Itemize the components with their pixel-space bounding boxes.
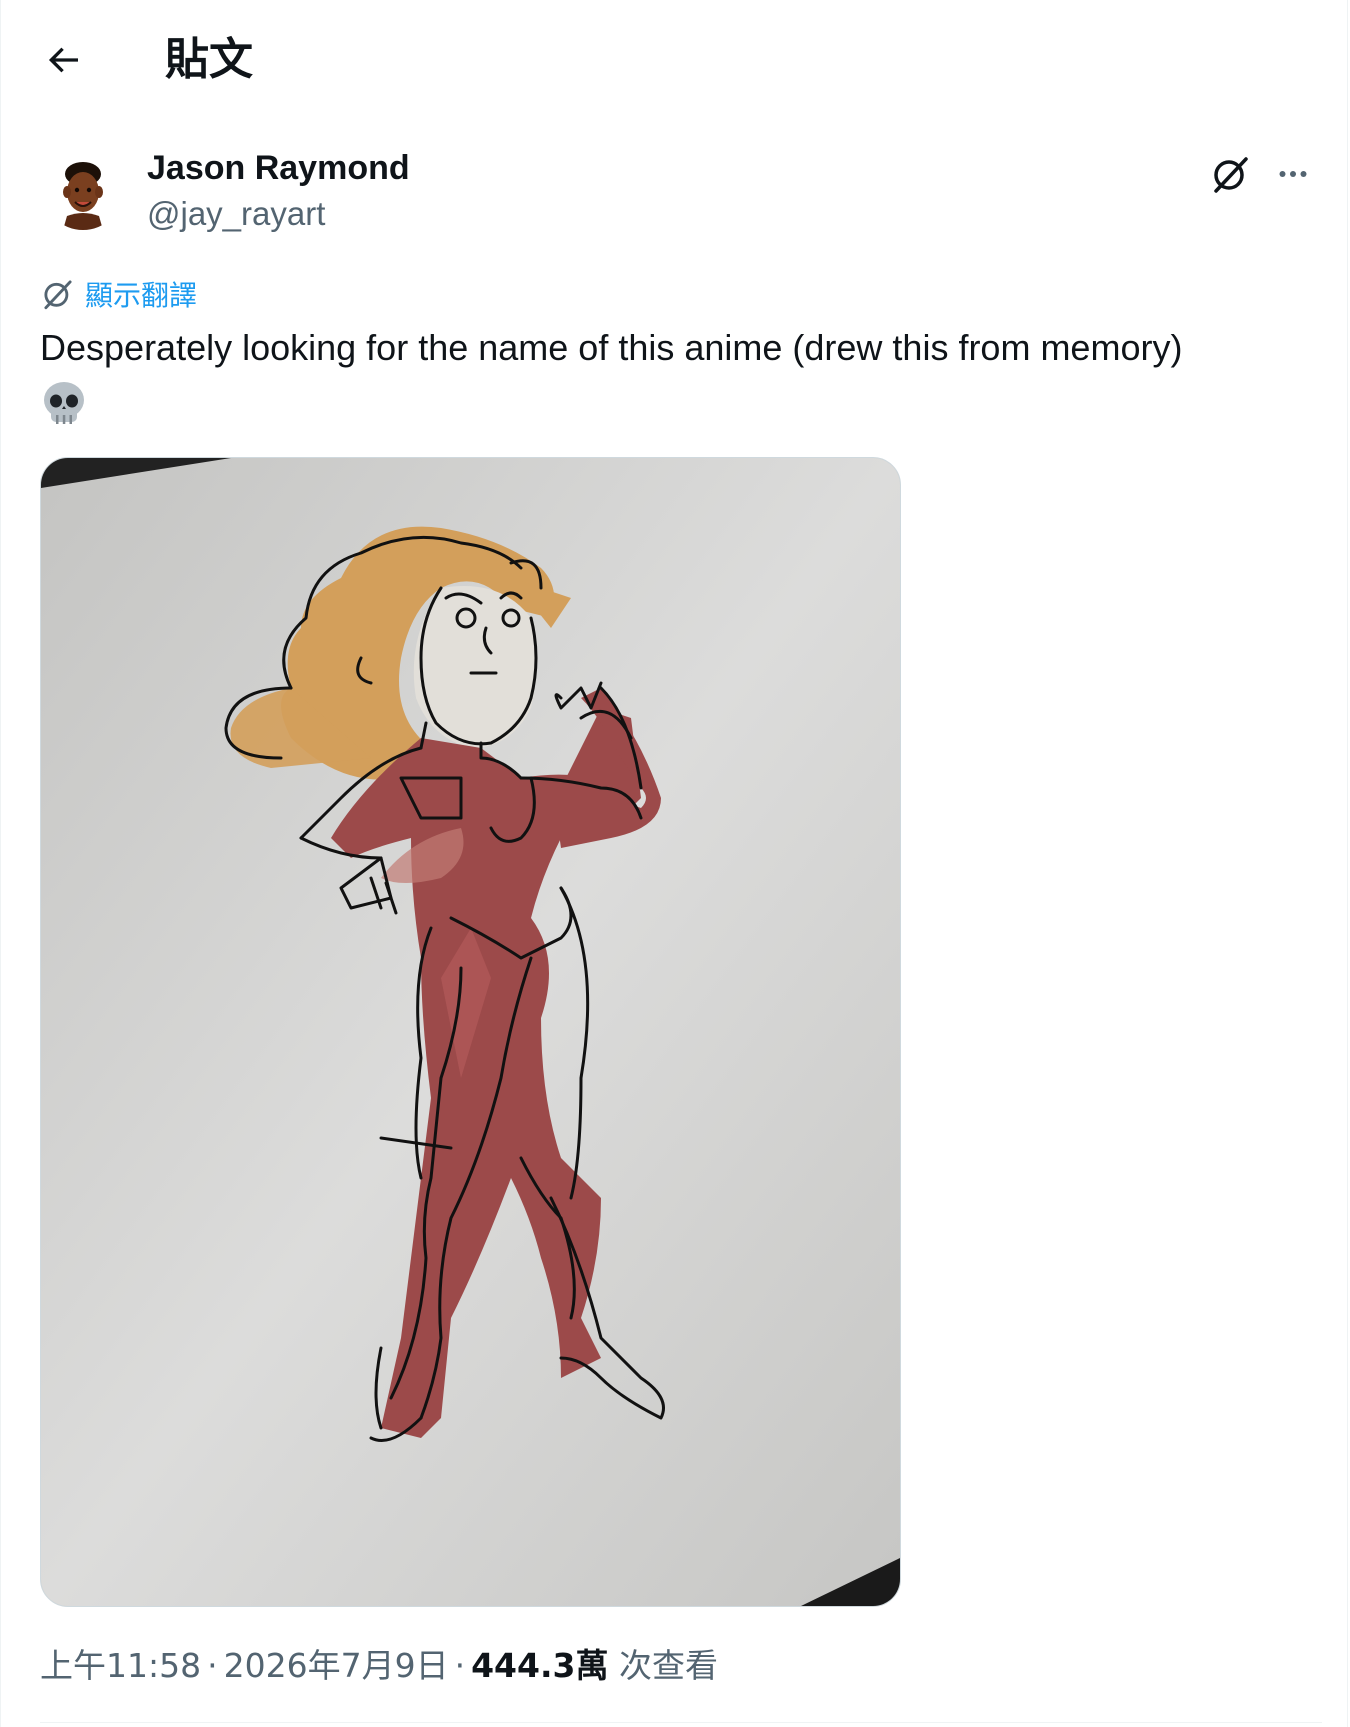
page-title: 貼文	[165, 34, 253, 85]
show-translation-link[interactable]: 顯示翻譯	[41, 272, 197, 316]
views-label: 次查看	[618, 1646, 718, 1685]
views-count[interactable]: 444.3萬	[471, 1646, 608, 1685]
back-button[interactable]	[31, 28, 95, 92]
tweet-time[interactable]: 上午11:58	[40, 1646, 201, 1685]
author-name[interactable]: Jason Raymond	[147, 146, 410, 190]
tweet-date[interactable]: 2026年7月9日	[224, 1646, 449, 1685]
drawing-image	[41, 458, 900, 1606]
divider	[40, 1722, 1322, 1723]
skull-emoji	[41, 380, 87, 428]
tweet-image[interactable]	[40, 457, 901, 1607]
author-handle[interactable]: @jay_rayart	[147, 192, 325, 236]
grok-button[interactable]	[1201, 144, 1261, 204]
top-bar: 貼文	[1, 0, 1349, 116]
show-translation-label: 顯示翻譯	[85, 279, 198, 312]
meta-separator: ·	[454, 1646, 466, 1685]
grok-icon	[1214, 157, 1248, 193]
grok-icon	[44, 280, 72, 310]
meta-separator: ·	[207, 1646, 218, 1685]
post-view: 貼文 Jason Raymond @jay_rayart 顯示翻譯 Desper…	[0, 0, 1348, 1727]
avatar[interactable]	[43, 150, 123, 230]
arrow-left-icon	[48, 47, 78, 73]
tweet-text: Desperately looking for the name of this…	[40, 327, 1183, 368]
more-options-button[interactable]	[1263, 144, 1323, 204]
more-horizontal-icon	[1279, 171, 1307, 177]
tweet-meta: 上午11:58 · 2026年7月9日 · 444.3萬 次查看	[40, 1642, 718, 1690]
